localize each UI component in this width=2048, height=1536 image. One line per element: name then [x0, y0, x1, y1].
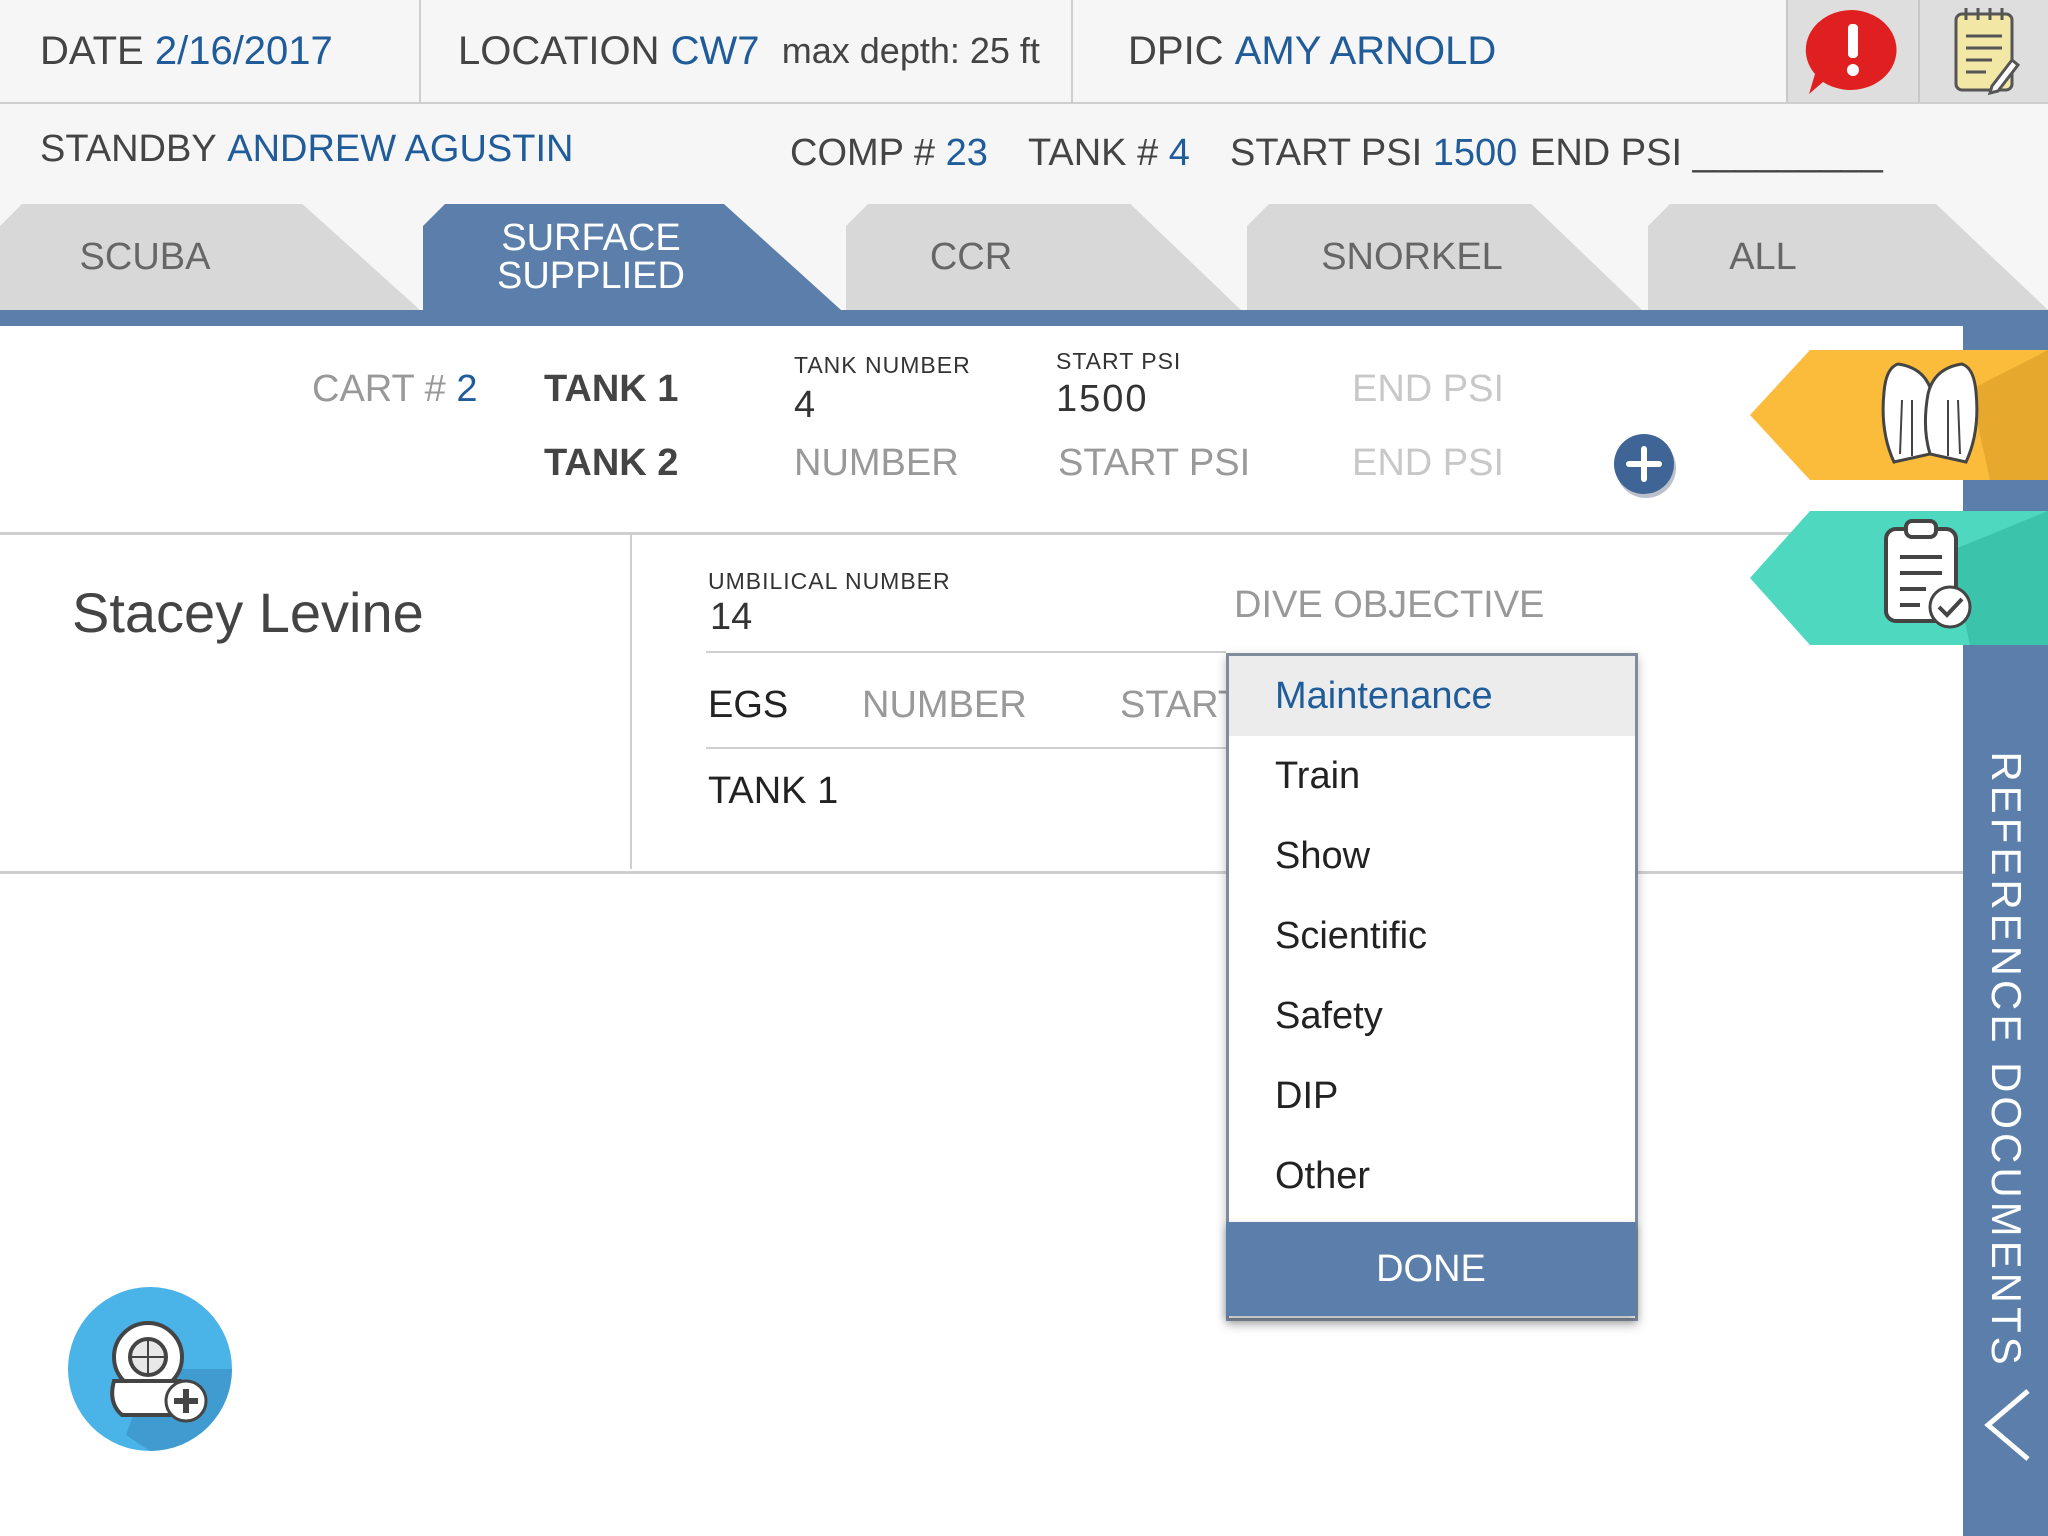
umbilical-label: UMBILICAL NUMBER — [708, 568, 951, 594]
tab-underline — [0, 310, 2048, 326]
tab-snorkel[interactable]: SNORKEL — [1247, 204, 1642, 310]
cart-label: CART # — [312, 368, 446, 410]
add-diver-button[interactable] — [66, 1285, 236, 1455]
dropdown-option-maintenance[interactable]: Maintenance — [1229, 656, 1635, 736]
collapse-button[interactable] — [1980, 1385, 2040, 1465]
tab-all[interactable]: ALL — [1648, 204, 2048, 310]
tab-label: ALL — [1729, 236, 1797, 278]
egs-number-input[interactable]: NUMBER — [862, 684, 1027, 727]
dpic-label: DPIC — [1128, 28, 1224, 73]
cart-value: 2 — [456, 368, 478, 410]
tank2-label: TANK 2 — [544, 442, 679, 484]
standby-field[interactable]: STANDBY ANDREW AGUSTIN — [40, 128, 573, 171]
date-label: DATE — [40, 28, 144, 73]
diver-divider — [630, 535, 632, 869]
tank2-number-input[interactable]: NUMBER — [794, 442, 959, 485]
location-label: LOCATION — [458, 28, 660, 73]
dropdown-option-scientific[interactable]: Scientific — [1229, 896, 1635, 976]
dive-info-bar: STANDBY ANDREW AGUSTIN COMP # 23 TANK # … — [0, 104, 2048, 204]
alert-icon — [1805, 9, 1897, 95]
umbilical-underline — [706, 651, 1226, 653]
reference-documents-tab[interactable]: REFERENCE DOCUMENTS — [1963, 700, 2048, 1420]
end-psi-label: END PSI — [1530, 132, 1683, 174]
start-psi-label: START PSI — [1230, 132, 1423, 174]
egs-label: EGS — [708, 684, 789, 726]
tab-label: CCR — [929, 236, 1013, 278]
chevron-left-icon — [1984, 1389, 2030, 1461]
dpic-value: AMY ARNOLD — [1234, 28, 1497, 73]
umbilical-input[interactable]: 14 — [710, 596, 752, 639]
tank1-label: TANK 1 — [544, 368, 679, 410]
divider — [419, 0, 421, 102]
checklist-tab[interactable] — [1750, 511, 2048, 645]
comp-field[interactable]: COMP # 23 — [790, 132, 988, 175]
date-value: 2/16/2017 — [154, 28, 333, 73]
diver-name: Stacey Levine — [72, 581, 424, 644]
diver-helmet-add-icon — [68, 1287, 232, 1451]
notes-button[interactable] — [1918, 0, 2048, 102]
tab-label: SURFACE SUPPLIED — [497, 217, 685, 297]
dropdown-option-show[interactable]: Show — [1229, 816, 1635, 896]
dpic-field[interactable]: DPIC AMY ARNOLD — [1128, 0, 1496, 102]
comp-label: COMP # — [790, 132, 936, 174]
end-psi-field[interactable]: END PSI _________ — [1530, 132, 1883, 175]
divider — [1071, 0, 1073, 102]
tab-ccr[interactable]: CCR — [846, 204, 1241, 310]
tank1-number-input[interactable]: 4 — [794, 384, 815, 427]
tank2-end-psi-input[interactable]: END PSI — [1352, 442, 1504, 485]
tab-label: SCUBA — [79, 236, 211, 278]
start-psi-field[interactable]: START PSI 1500 — [1230, 132, 1517, 175]
dive-objective-select[interactable]: DIVE OBJECTIVE — [1234, 584, 1544, 627]
tank-field[interactable]: TANK # 4 — [1028, 132, 1190, 175]
clipboard-check-icon — [1750, 511, 2048, 645]
comp-value: 23 — [945, 132, 988, 174]
location-field[interactable]: LOCATION CW7 max depth: 25 ft — [458, 0, 1040, 102]
egs-start-input[interactable]: START — [1120, 684, 1226, 727]
reference-documents-label: REFERENCE DOCUMENTS — [1982, 751, 2030, 1369]
dive-objective-dropdown: Maintenance Train Show Scientific Safety… — [1226, 653, 1638, 1321]
tab-surface-supplied[interactable]: SURFACE SUPPLIED — [423, 204, 841, 310]
diver-tank1-label: TANK 1 — [708, 770, 839, 812]
end-psi-value: _________ — [1692, 132, 1883, 174]
start-psi-value: 1500 — [1432, 132, 1518, 174]
standby-label: STANDBY — [40, 128, 217, 170]
cart-field[interactable]: CART # 2 — [312, 368, 477, 411]
header-bar: DATE 2/16/2017 LOCATION CW7 max depth: 2… — [0, 0, 2048, 104]
fins-icon — [1750, 350, 2048, 480]
location-value: CW7 — [670, 28, 760, 73]
notepad-icon — [1954, 8, 2021, 96]
tank1-start-psi-label: START PSI — [1056, 348, 1182, 374]
egs-underline — [706, 747, 1226, 749]
tank1-start-psi-input[interactable]: 1500 — [1056, 378, 1149, 421]
section-divider — [0, 532, 1963, 535]
done-button[interactable]: DONE — [1226, 1222, 1636, 1316]
tab-scuba[interactable]: SCUBA — [0, 204, 420, 310]
dropdown-option-other[interactable]: Other — [1229, 1136, 1635, 1216]
add-tank-button[interactable] — [1610, 430, 1680, 500]
dropdown-option-dip[interactable]: DIP — [1229, 1056, 1635, 1136]
max-depth: max depth: 25 ft — [781, 30, 1040, 71]
tank1-end-psi-input[interactable]: END PSI — [1352, 368, 1504, 411]
dropdown-option-safety[interactable]: Safety — [1229, 976, 1635, 1056]
dropdown-option-train[interactable]: Train — [1229, 736, 1635, 816]
tank-label: TANK # — [1028, 132, 1159, 174]
fins-tab[interactable] — [1750, 350, 2048, 480]
standby-value: ANDREW AGUSTIN — [227, 128, 574, 170]
tab-label: SNORKEL — [1321, 236, 1503, 278]
alert-button[interactable] — [1786, 0, 1918, 102]
section-divider — [0, 871, 1963, 874]
tank2-start-psi-input[interactable]: START PSI — [1058, 442, 1250, 485]
tank-value: 4 — [1168, 132, 1190, 174]
date-field[interactable]: DATE 2/16/2017 — [40, 0, 333, 102]
plus-circle-icon — [1614, 434, 1676, 498]
tank1-number-label: TANK NUMBER — [794, 352, 971, 378]
